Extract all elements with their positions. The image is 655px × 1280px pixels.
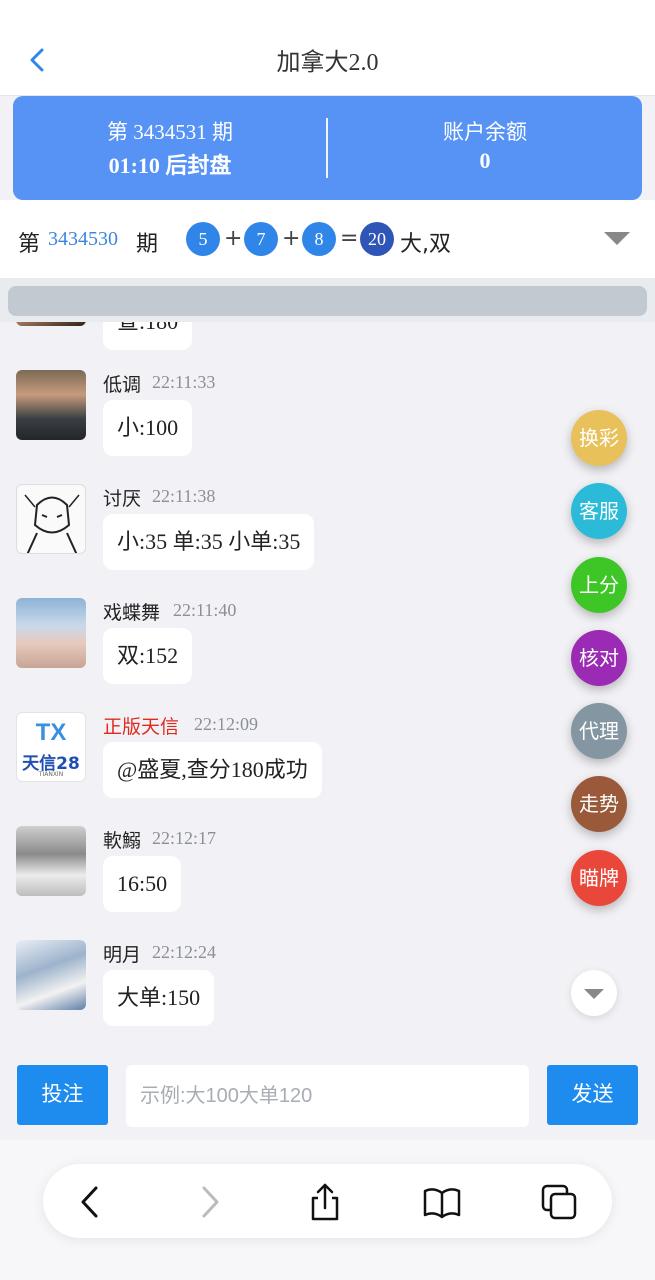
peek-cards-button[interactable]: 瞄牌 — [571, 850, 627, 906]
chat-message: 戏蝶舞 22:11:40 双:152 — [0, 594, 655, 704]
result-sum-ball: 20 — [360, 222, 394, 256]
message-time: 22:12:24 — [152, 942, 217, 962]
logo-mark: TX — [35, 719, 67, 746]
result-ball: 8 — [302, 222, 336, 256]
message-bubble: 双:152 — [103, 628, 193, 684]
result-ball: 5 — [186, 222, 220, 256]
result-ball: 7 — [244, 222, 278, 256]
input-bar: 投注 示例:大100大单120 发送 — [0, 1052, 655, 1140]
chevron-down-icon — [584, 989, 604, 999]
message-bubble: 小:35 单:35 小单:35 — [103, 514, 315, 570]
balance-section: 账户余额 0 — [328, 96, 642, 200]
send-button[interactable]: 发送 — [547, 1065, 638, 1125]
chat-message: 讨厌 22:11:38 小:35 单:35 小单:35 — [0, 480, 655, 590]
chat-message: 軟鰯 22:12:17 16:50 — [0, 822, 655, 932]
bet-button[interactable]: 投注 — [17, 1065, 108, 1125]
chat-message: 查:180 — [0, 322, 655, 358]
back-icon[interactable] — [71, 1182, 111, 1222]
plus-sign: + — [282, 226, 301, 251]
result-period-prefix: 第 — [18, 232, 41, 257]
username: 戏蝶舞 — [103, 602, 161, 624]
avatar[interactable] — [16, 826, 86, 896]
username: 讨厌 — [103, 488, 142, 510]
chat-list[interactable]: 查:180 低调 22:11:33 小:100 讨厌 22:11:38 小:35… — [0, 322, 655, 1038]
trend-button[interactable]: 走势 — [571, 776, 627, 832]
avatar[interactable] — [16, 940, 86, 1010]
current-period-section: 第 3434531 期 01:10 后封盘 — [13, 96, 327, 200]
balance-label: 账户余额 — [443, 120, 527, 144]
countdown-label: 01:10 后封盘 — [108, 153, 232, 178]
message-bubble: 16:50 — [103, 856, 182, 912]
bet-input[interactable]: 示例:大100大单120 — [126, 1065, 529, 1127]
message-time: 22:11:33 — [152, 372, 216, 392]
username: 正版天信 — [103, 716, 180, 738]
avatar[interactable] — [16, 484, 86, 554]
current-period-label: 第 3434531 期 — [107, 120, 233, 144]
balance-value: 0 — [479, 148, 491, 173]
username: 明月 — [103, 944, 142, 966]
last-result-bar[interactable]: 第 3434530 期 5 + 7 + 8 = 20 大,双 — [0, 200, 655, 278]
notice-bar — [8, 286, 647, 316]
logo-subtext: TIANXIN — [38, 771, 64, 778]
page-title: 加拿大2.0 — [276, 50, 379, 76]
message-time: 22:12:17 — [152, 828, 217, 848]
scroll-to-bottom-button[interactable] — [571, 970, 617, 1016]
result-period-suffix: 期 — [136, 232, 159, 257]
chat-message: TX 天信28 TIANXIN 正版天信 22:12:09 @盛夏,查分180成… — [0, 708, 655, 818]
agent-button[interactable]: 代理 — [571, 703, 627, 759]
message-bubble: 大单:150 — [103, 970, 215, 1026]
manga-avatar-image — [24, 494, 80, 553]
chat-message: 低调 22:11:33 小:100 — [0, 366, 655, 476]
customer-service-button[interactable]: 客服 — [571, 483, 627, 539]
message-time: 22:11:40 — [173, 600, 237, 620]
result-text: 大,双 — [400, 232, 451, 257]
message-time: 22:12:09 — [194, 714, 259, 734]
header: 加拿大2.0 — [0, 0, 655, 96]
browser-toolbar — [0, 1140, 655, 1280]
result-period-number: 3434530 — [48, 228, 118, 250]
browser-toolbar-pill — [43, 1164, 612, 1238]
deposit-button[interactable]: 上分 — [571, 557, 627, 613]
switch-lottery-button[interactable]: 换彩 — [571, 410, 627, 466]
forward-icon[interactable] — [189, 1182, 229, 1222]
avatar[interactable] — [16, 322, 86, 326]
share-icon[interactable] — [305, 1182, 345, 1222]
verify-button[interactable]: 核对 — [571, 630, 627, 686]
tabs-icon[interactable] — [539, 1182, 579, 1222]
bookmarks-icon[interactable] — [422, 1182, 462, 1222]
avatar[interactable] — [16, 370, 86, 440]
message-bubble: @盛夏,查分180成功 — [103, 742, 322, 798]
plus-sign: + — [224, 226, 243, 251]
message-bubble: 小:100 — [103, 400, 193, 456]
expand-history-icon[interactable] — [604, 232, 630, 245]
message-time: 22:11:38 — [152, 486, 216, 506]
avatar[interactable] — [16, 598, 86, 668]
avatar-logo[interactable]: TX 天信28 TIANXIN — [16, 712, 86, 782]
username: 低调 — [103, 374, 142, 396]
equals-sign: = — [340, 226, 359, 251]
chat-message: 明月 22:12:24 大单:150 — [0, 936, 655, 1038]
draw-panel: 第 3434531 期 01:10 后封盘 账户余额 0 — [13, 96, 642, 200]
username: 軟鰯 — [103, 830, 142, 852]
message-bubble: 查:180 — [103, 322, 193, 350]
